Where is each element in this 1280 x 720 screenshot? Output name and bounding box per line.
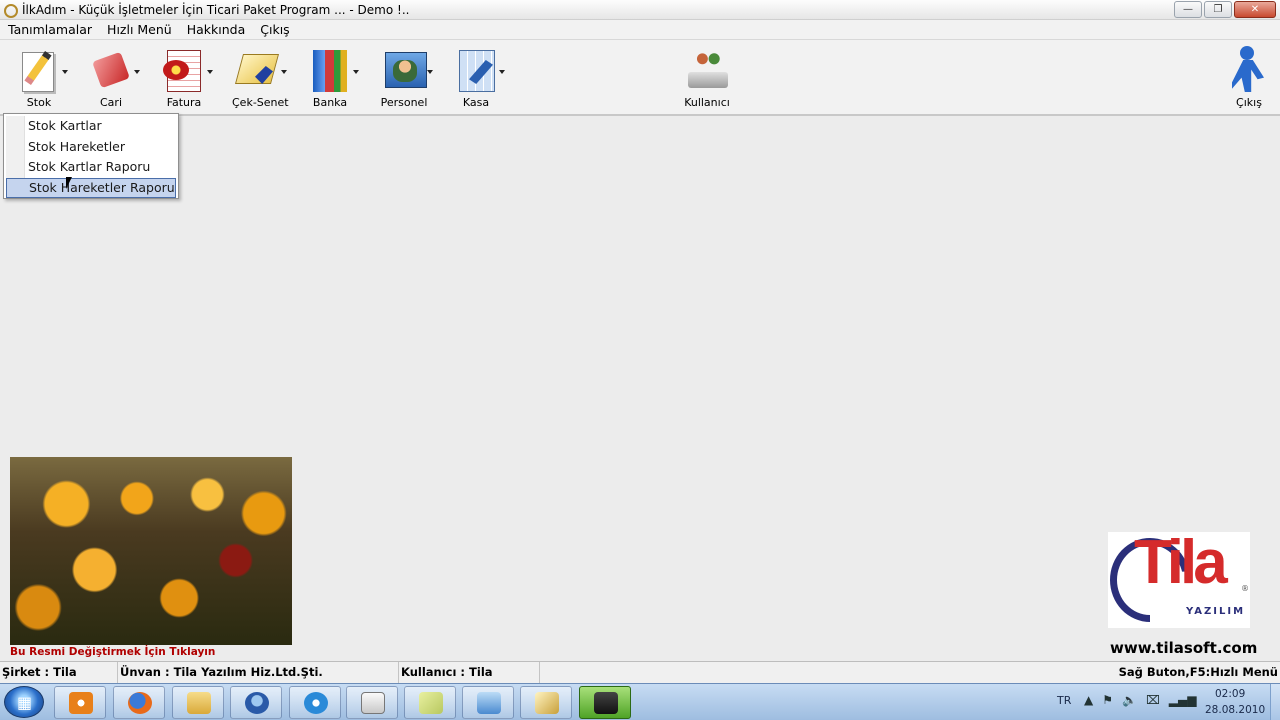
chevron-down-icon[interactable]	[499, 70, 505, 74]
registered-mark: ®	[1241, 584, 1249, 593]
cek-senet-button[interactable]: Çek-Senet	[232, 46, 289, 112]
kullanici-button[interactable]: Kullanıcı	[683, 46, 731, 112]
chevron-down-icon[interactable]	[62, 70, 68, 74]
eraser-icon	[88, 46, 140, 94]
volume-icon[interactable]: 🔈	[1122, 693, 1137, 707]
video-camera-icon	[594, 692, 618, 714]
show-hidden-icons-icon[interactable]: ▲	[1084, 693, 1093, 707]
control-panel-icon	[477, 692, 501, 714]
menu-hizli-menu[interactable]: Hızlı Menü	[103, 22, 176, 37]
fatura-label: Fatura	[166, 96, 202, 109]
flower-butterfly-photo[interactable]	[10, 457, 292, 645]
kasa-label: Kasa	[462, 96, 490, 109]
taskbar-window-app[interactable]	[346, 686, 398, 719]
invoice-icon	[161, 46, 213, 94]
menu-item-stok-kartlar[interactable]: Stok Kartlar	[6, 116, 176, 137]
title-bar: İlkAdım - Küçük İşletmeler İçin Ticari P…	[0, 0, 1280, 20]
status-bar: Şirket : Tila Ünvan : Tila Yazılım Hiz.L…	[0, 661, 1280, 683]
kasa-button[interactable]: Kasa	[453, 46, 505, 112]
status-hint: Sağ Buton,F5:Hızlı Menü	[1118, 665, 1278, 679]
menu-item-stok-hareketler[interactable]: Stok Hareketler	[6, 137, 176, 158]
taskbar-internet-explorer[interactable]	[289, 686, 341, 719]
app-icon[interactable]	[2, 2, 18, 18]
status-unvan: Ünvan : Tila Yazılım Hiz.Ltd.Şti.	[118, 662, 399, 683]
cek-senet-label: Çek-Senet	[232, 96, 289, 109]
calculator-icon	[453, 46, 505, 94]
taskbar-thunderbird[interactable]	[230, 686, 282, 719]
personel-button[interactable]: Personel	[380, 46, 433, 112]
close-button[interactable]: ✕	[1234, 1, 1276, 18]
cari-label: Cari	[100, 96, 122, 109]
window-title: İlkAdım - Küçük İşletmeler İçin Ticari P…	[22, 2, 410, 17]
taskbar-explorer[interactable]	[172, 686, 224, 719]
tila-logo: Tila YAZILIM ®	[1108, 532, 1250, 628]
taskbar-camera-recorder[interactable]	[579, 686, 631, 719]
cari-button[interactable]: Cari	[88, 46, 140, 112]
chevron-down-icon[interactable]	[353, 70, 359, 74]
system-tray: ▲ ⚑ 🔈 ⌧ ▂▄▆	[1084, 693, 1196, 707]
users-icon	[684, 46, 730, 94]
personel-label: Personel	[380, 96, 428, 109]
chevron-down-icon[interactable]	[427, 70, 433, 74]
language-indicator[interactable]: TR	[1057, 694, 1071, 707]
logo-word: Tila	[1134, 528, 1228, 597]
logo-subtitle: YAZILIM	[1186, 606, 1246, 617]
books-icon	[307, 46, 359, 94]
menu-cikis[interactable]: Çıkış	[256, 22, 293, 37]
taskbar-control-panel[interactable]	[462, 686, 514, 719]
show-desktop-button[interactable]	[1270, 684, 1280, 720]
cikis-label: Çıkış	[1236, 96, 1262, 109]
banka-button[interactable]: Banka	[307, 46, 359, 112]
stok-label: Stok	[26, 96, 52, 109]
folder-icon	[187, 692, 211, 714]
status-kullanici: Kullanıcı : Tila	[399, 662, 540, 683]
website-text: www.tilasoft.com	[1110, 639, 1258, 657]
taskbar-ilkadim[interactable]	[520, 686, 572, 719]
power-icon[interactable]: ⌧	[1146, 693, 1160, 707]
taskbar-firefox[interactable]	[113, 686, 165, 719]
pencil-note-icon	[16, 46, 68, 94]
employee-icon	[381, 46, 433, 94]
sticky-notes-icon	[419, 692, 443, 714]
status-sirket: Şirket : Tila	[0, 662, 118, 683]
thunderbird-icon	[245, 692, 269, 714]
stok-dropdown-menu: Stok Kartlar Stok Hareketler Stok Kartla…	[3, 113, 179, 199]
chevron-down-icon[interactable]	[207, 70, 213, 74]
menu-bar: Tanımlamalar Hızlı Menü Hakkında Çıkış	[0, 20, 1280, 40]
toolbar: Stok Cari Fatura Çek-Senet Banka Persone…	[0, 40, 1280, 116]
clock-date[interactable]: 28.08.2010	[1205, 704, 1265, 716]
fatura-button[interactable]: Fatura	[161, 46, 213, 112]
internet-explorer-icon	[304, 692, 328, 714]
action-center-flag-icon[interactable]: ⚑	[1102, 693, 1113, 707]
taskbar-notes[interactable]	[404, 686, 456, 719]
chevron-down-icon[interactable]	[281, 70, 287, 74]
cikis-button[interactable]: Çıkış	[1226, 44, 1272, 110]
menu-hakkinda[interactable]: Hakkında	[183, 22, 250, 37]
taskbar-media-player[interactable]	[54, 686, 106, 719]
mouse-cursor-icon	[66, 177, 72, 189]
window-app-icon	[361, 692, 385, 714]
cheque-icon	[235, 46, 287, 94]
firefox-icon	[128, 692, 152, 714]
media-player-icon	[69, 692, 93, 714]
stok-button[interactable]: Stok	[16, 46, 68, 112]
menu-tanimlamalar[interactable]: Tanımlamalar	[4, 22, 96, 37]
maximize-button[interactable]: ❐	[1204, 1, 1232, 18]
start-button[interactable]	[4, 686, 44, 718]
banka-label: Banka	[312, 96, 348, 109]
network-signal-icon[interactable]: ▂▄▆	[1169, 693, 1197, 707]
menu-item-stok-kartlar-raporu[interactable]: Stok Kartlar Raporu	[6, 157, 176, 178]
minimize-button[interactable]: —	[1174, 1, 1202, 18]
running-man-icon	[1226, 44, 1272, 92]
menu-item-stok-hareketler-raporu[interactable]: Stok Hareketler Raporu	[6, 177, 176, 198]
photo-caption[interactable]: Bu Resmi Değiştirmek İçin Tıklayın	[10, 646, 215, 658]
taskbar: TR ▲ ⚑ 🔈 ⌧ ▂▄▆ 02:09 28.08.2010	[0, 683, 1280, 720]
chevron-down-icon[interactable]	[134, 70, 140, 74]
window-controls: — ❐ ✕	[1174, 1, 1276, 18]
cheque-icon	[535, 692, 559, 714]
clock-time[interactable]: 02:09	[1215, 688, 1245, 700]
kullanici-label: Kullanıcı	[684, 96, 730, 109]
